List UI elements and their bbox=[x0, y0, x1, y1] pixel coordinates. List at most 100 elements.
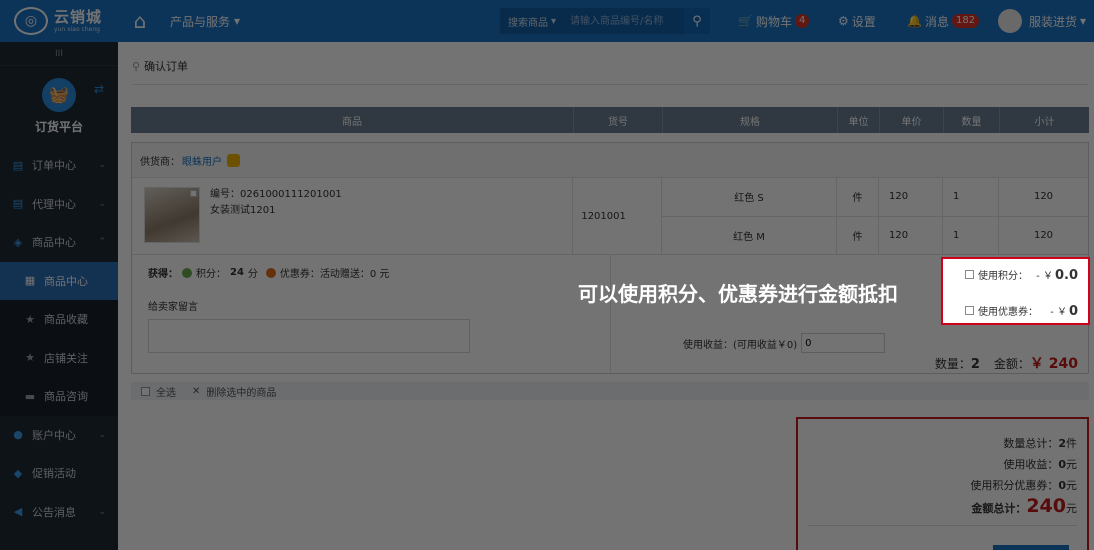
income-input[interactable] bbox=[801, 333, 886, 353]
products-services-menu[interactable]: 产品与服务 ▾ bbox=[162, 13, 248, 30]
messages-count-badge: 182 bbox=[951, 14, 980, 28]
select-all-checkbox[interactable] bbox=[141, 386, 150, 396]
sidebar-item-label: 订单中心 bbox=[32, 159, 76, 173]
summary-label: 使用收益： bbox=[1003, 458, 1059, 471]
earn-label: 获得： bbox=[148, 269, 178, 280]
summary-income-line: 使用收益：0元 bbox=[808, 454, 1077, 475]
points-unit: 分 bbox=[247, 269, 258, 280]
close-icon[interactable]: ✕ bbox=[192, 386, 200, 397]
sidebar-item-products[interactable]: ◈ 商品中心 ⌃ bbox=[0, 223, 118, 262]
use-points-value: 0.0 bbox=[1054, 268, 1078, 283]
discount-highlight-box: 使用积分： - ￥ 0.0 使用优惠券： - ￥ 0 bbox=[941, 257, 1090, 325]
products-services-label: 产品与服务 bbox=[170, 14, 231, 29]
settings-button[interactable]: ⚙ 设置 bbox=[838, 0, 876, 42]
search-input[interactable] bbox=[564, 8, 685, 34]
sidebar-item-promotions[interactable]: ◆ 促销活动 bbox=[0, 454, 118, 493]
select-all-label[interactable]: 全选 bbox=[156, 384, 176, 399]
messages-button[interactable]: 🔔 消息 182 bbox=[907, 0, 980, 42]
table-header: 商品 货号 规格 单位 单价 数量 小计 bbox=[131, 107, 1089, 133]
points-icon bbox=[182, 267, 192, 278]
amount-value: ￥ 240 bbox=[1029, 356, 1078, 372]
chevron-down-icon: ▾ bbox=[551, 15, 557, 27]
use-points-checkbox[interactable] bbox=[965, 270, 974, 279]
chevron-up-icon: ⌃ bbox=[98, 237, 106, 248]
summary-value: 0 bbox=[1058, 479, 1066, 492]
coupon-icon bbox=[265, 267, 276, 278]
summary-total-value: 240 bbox=[1026, 495, 1066, 517]
chevron-down-icon: ⌄ bbox=[98, 160, 106, 171]
use-points-option[interactable]: 使用积分： bbox=[965, 267, 1028, 282]
product-code: 编号：0261000111201001 bbox=[210, 189, 342, 200]
user-menu[interactable]: 服装进货 ▾ bbox=[998, 0, 1086, 42]
home-icon[interactable]: ⌂ bbox=[118, 0, 162, 42]
product-name[interactable]: 女装测试1201 bbox=[210, 203, 342, 219]
chevron-down-icon: ▾ bbox=[234, 14, 241, 28]
price-cell: 120 bbox=[879, 178, 943, 216]
sidebar-subitem-favorites[interactable]: ★ 商品收藏 bbox=[0, 300, 118, 339]
sidebar-item-orders[interactable]: ▤ 订单中心 ⌄ bbox=[0, 146, 118, 185]
chat-icon: ▬ bbox=[24, 389, 36, 403]
qty-value: 2 bbox=[970, 357, 980, 372]
thumbnail-checkbox[interactable] bbox=[190, 190, 197, 197]
cart-count-badge: 4 bbox=[794, 14, 810, 28]
income-label: 使用收益：(可用收益￥0) bbox=[683, 339, 798, 351]
document-icon: ▤ bbox=[12, 197, 24, 211]
star-icon: ★ bbox=[25, 312, 35, 326]
summary-value: 0 bbox=[1058, 458, 1066, 471]
user-label: 服装进货 bbox=[1029, 14, 1078, 29]
summary-unit: 件 bbox=[1066, 437, 1077, 450]
amount-label: 金额： bbox=[993, 357, 1030, 371]
user-icon: ● bbox=[13, 428, 23, 442]
logo[interactable]: ◎ 云销城 yun xiao cheng bbox=[0, 0, 118, 42]
summary-label: 数量总计： bbox=[1003, 437, 1059, 450]
basket-icon[interactable]: 🧺 bbox=[42, 77, 76, 112]
price-cell: 120 bbox=[879, 216, 943, 254]
supplier-link[interactable]: 眼蛛用户 bbox=[182, 153, 222, 168]
seller-message-input[interactable] bbox=[148, 319, 470, 353]
divider bbox=[808, 525, 1077, 526]
page-title: 确认订单 bbox=[144, 60, 189, 73]
logo-subtitle: yun xiao cheng bbox=[54, 25, 100, 33]
use-coupon-option[interactable]: 使用优惠券： bbox=[965, 303, 1038, 318]
submit-order-button[interactable] bbox=[993, 545, 1069, 550]
summary-label: 使用积分优惠券： bbox=[970, 479, 1059, 492]
sku-cell: 1201001 bbox=[573, 178, 662, 254]
use-coupon-checkbox[interactable] bbox=[965, 306, 974, 315]
search-box: 搜索商品 ▾ ⚲ bbox=[500, 8, 711, 34]
avatar bbox=[998, 9, 1022, 33]
sidebar-item-agents[interactable]: ▤ 代理中心 ⌄ bbox=[0, 185, 118, 224]
summary-qty-line: 数量总计：2件 bbox=[808, 433, 1077, 454]
column-header: 单位 bbox=[838, 107, 880, 133]
use-coupon-prefix: - ￥ bbox=[1050, 307, 1067, 318]
points-label: 积分： bbox=[196, 269, 226, 280]
column-header: 小计 bbox=[1034, 116, 1055, 128]
subtotal-cell: 120 bbox=[1033, 191, 1054, 203]
sidebar-item-announcements[interactable]: ◀ 公告消息 ⌄ bbox=[0, 493, 118, 532]
cart-label: 购物车 bbox=[755, 14, 792, 29]
product-thumbnail[interactable] bbox=[144, 187, 200, 243]
sidebar-item-account[interactable]: ● 账户中心 ⌄ bbox=[0, 416, 118, 455]
order-summary: 数量总计：2件 使用收益：0元 使用积分优惠券：0元 金额总计：240元 bbox=[796, 417, 1089, 550]
summary-unit: 元 bbox=[1066, 458, 1077, 471]
location-pin-icon: ⚲ bbox=[132, 59, 141, 73]
settings-label: 设置 bbox=[851, 14, 876, 29]
order-total-line: 数量：2 金额：￥ 240 bbox=[935, 353, 1078, 373]
search-type-select[interactable]: 搜索商品 ▾ bbox=[500, 8, 565, 34]
column-header: 货号 bbox=[574, 107, 663, 133]
delete-selected-link[interactable]: 删除选中的商品 bbox=[206, 384, 276, 399]
switch-icon[interactable]: ⇄ bbox=[94, 82, 104, 96]
spec-row: 红色 S 件 120 1 120 bbox=[662, 178, 1088, 216]
product-cell: 编号：0261000111201001 女装测试1201 bbox=[132, 178, 574, 254]
messages-label: 消息 bbox=[924, 14, 949, 29]
sidebar-item-label: 商品咨询 bbox=[44, 390, 88, 404]
sidebar-subitem-product-center[interactable]: ▦ 商品中心 bbox=[0, 261, 118, 300]
sidebar-collapse-handle[interactable]: III bbox=[0, 42, 118, 66]
unit-cell: 件 bbox=[837, 216, 879, 254]
sidebar-subitem-inquiries[interactable]: ▬ 商品咨询 bbox=[0, 377, 118, 416]
tag-icon: ◆ bbox=[13, 466, 23, 480]
search-icon[interactable]: ⚲ bbox=[684, 8, 711, 34]
summary-amount-line: 金额总计：240元 bbox=[808, 496, 1077, 519]
cart-button[interactable]: 🛒 购物车 4 bbox=[738, 0, 810, 42]
star-icon: ★ bbox=[25, 351, 35, 365]
sidebar-subitem-followed-shops[interactable]: ★ 店铺关注 bbox=[0, 338, 118, 377]
